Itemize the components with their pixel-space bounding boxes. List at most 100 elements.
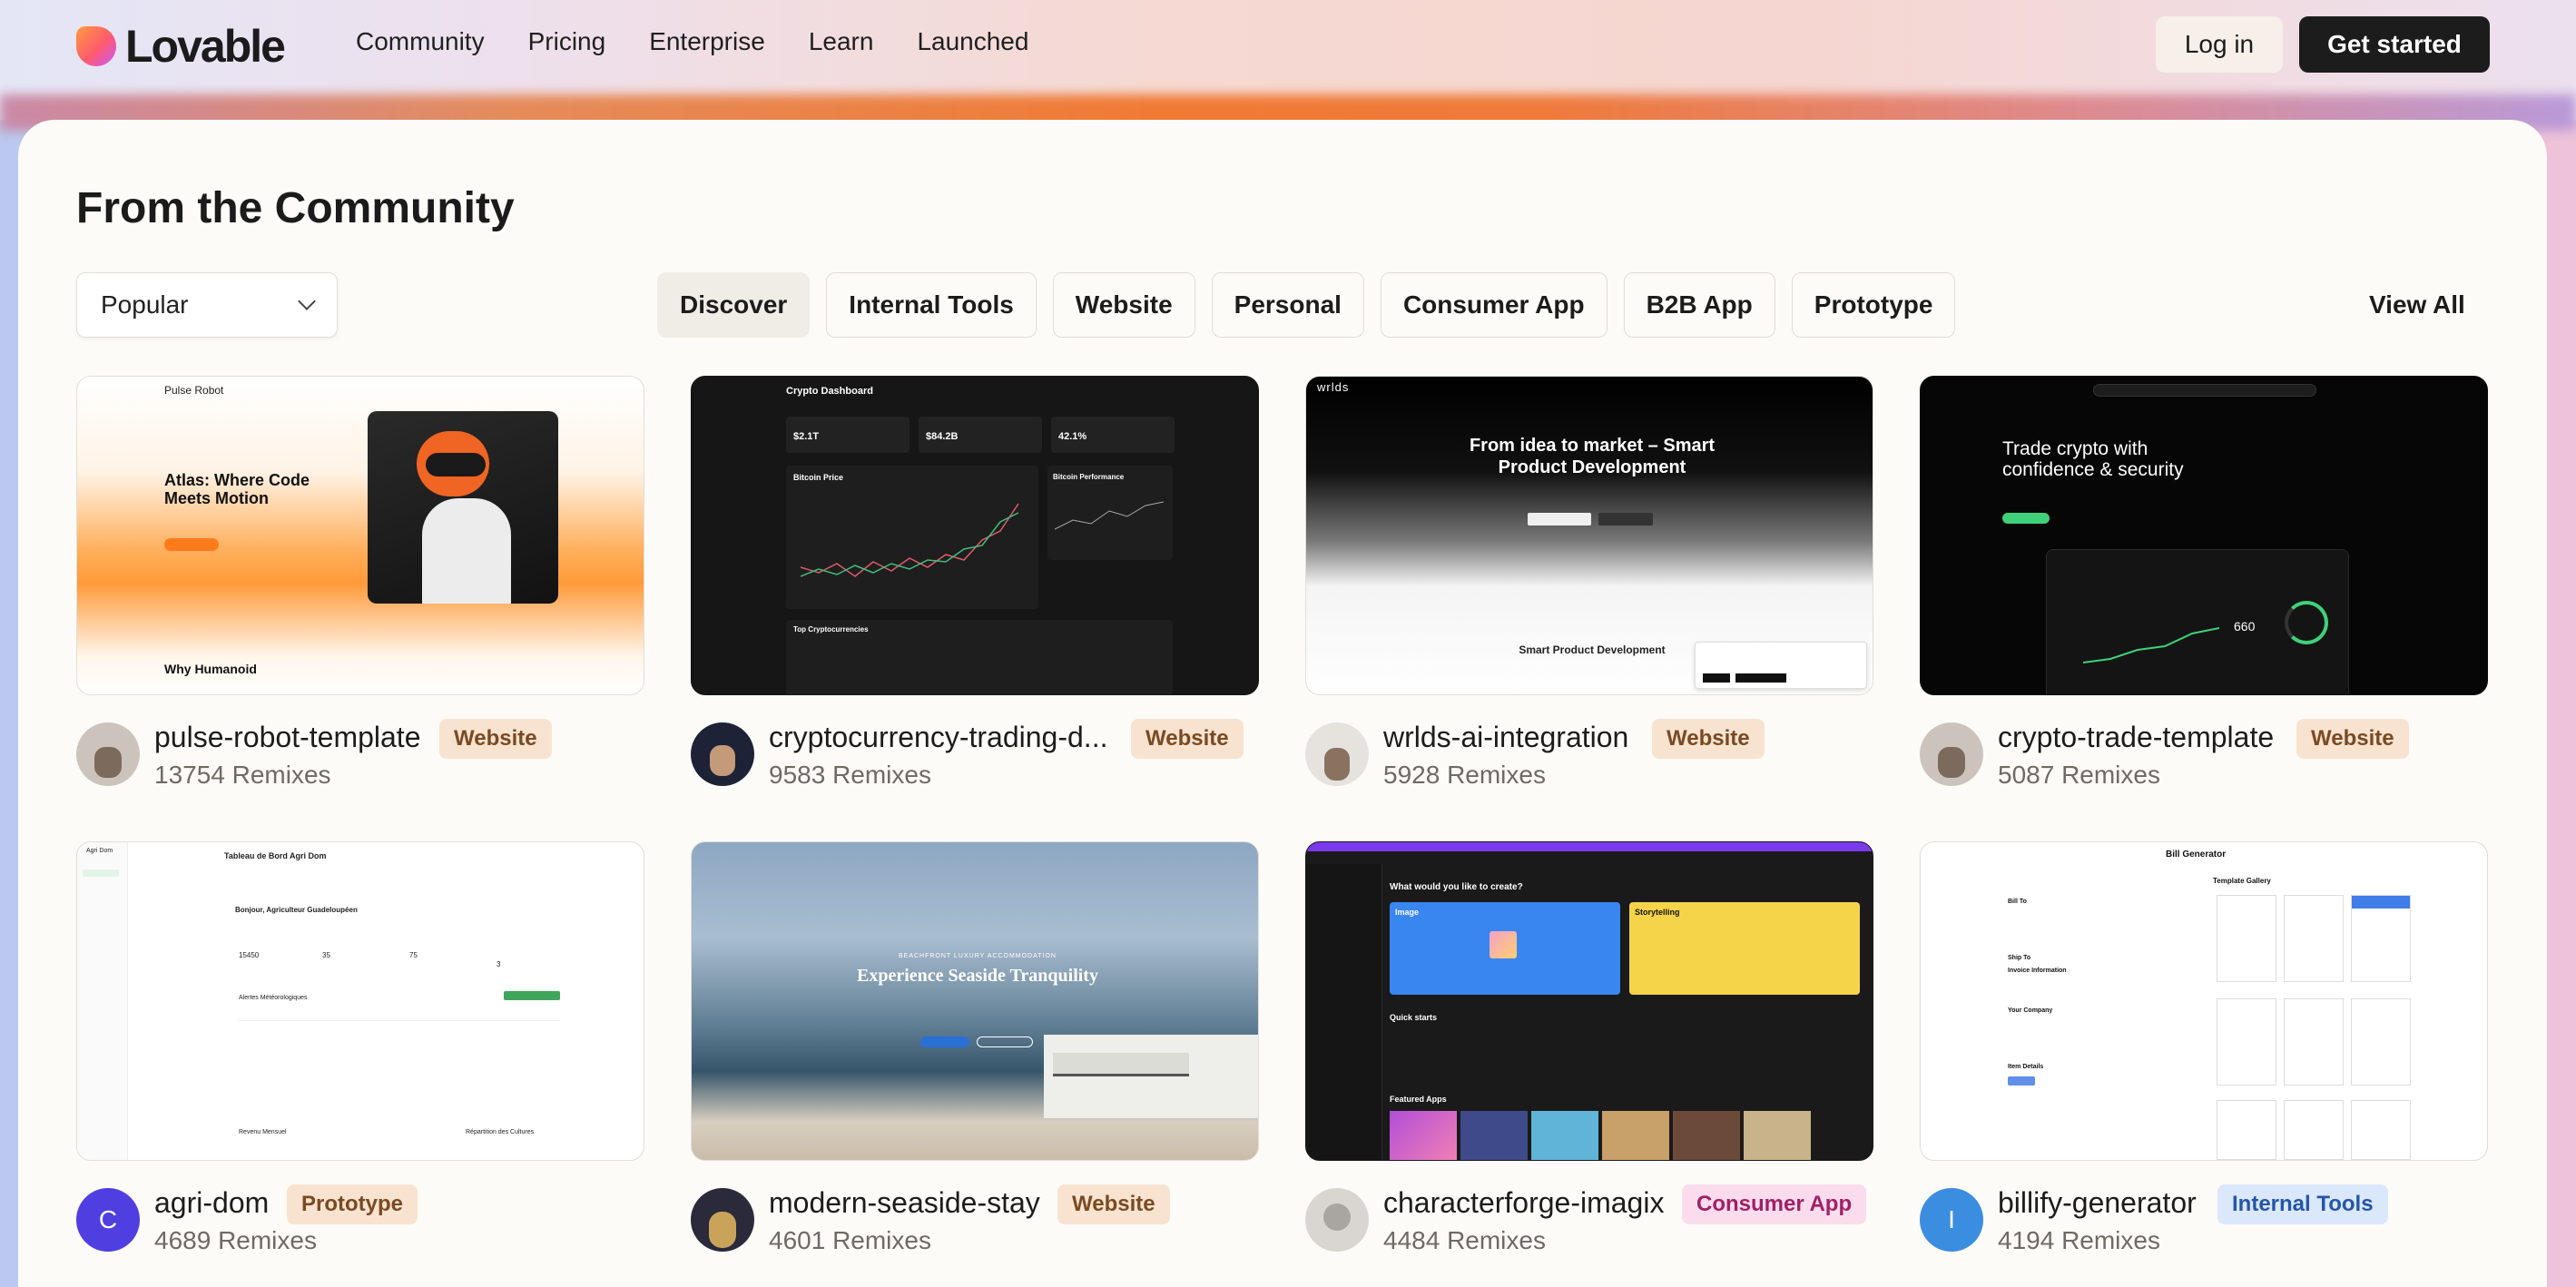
project-title[interactable]: modern-seaside-stay [769, 1186, 1040, 1220]
gallery-title: Template Gallery [2213, 877, 2271, 885]
project-thumbnail[interactable]: What would you like to create? Image Sto… [1305, 841, 1873, 1161]
thumb-footer: Why Humanoid [164, 662, 257, 676]
project-thumbnail[interactable]: Agri Dom Tableau de Bord Agri Dom Bonjou… [76, 841, 644, 1161]
thumb-headline: Experience Seaside Tranquility [857, 966, 1098, 986]
filter-website[interactable]: Website [1052, 272, 1195, 338]
nav-pricing[interactable]: Pricing [528, 27, 606, 56]
avatar[interactable] [1305, 722, 1369, 786]
project-title[interactable]: pulse-robot-template [154, 721, 420, 754]
project-title[interactable]: crypto-trade-template [1998, 721, 2274, 754]
login-button[interactable]: Log in [2156, 16, 2283, 73]
remix-count: 9583 Remixes [769, 761, 931, 789]
avatar-letter: I [1948, 1205, 1955, 1233]
filter-consumer-app[interactable]: Consumer App [1380, 272, 1608, 338]
view-all-link[interactable]: View All [2369, 290, 2465, 319]
project-title[interactable]: billify-generator [1998, 1186, 2197, 1220]
remix-count: 5928 Remixes [1383, 761, 1546, 789]
category-badge[interactable]: Internal Tools [2217, 1184, 2388, 1224]
candlestick-graphic [801, 503, 1019, 577]
project-thumbnail[interactable]: BEACHFRONT LUXURY ACCOMMODATION Experien… [691, 841, 1259, 1161]
project-card[interactable]: Pulse Robot Atlas: Where Code Meets Moti… [76, 376, 644, 793]
thumb-heading: Crypto Dashboard [786, 386, 873, 397]
section-label: Your Company [2008, 1007, 2053, 1014]
thumb-headline: Atlas: Where Code Meets Motion [164, 471, 310, 507]
project-card[interactable]: wrlds From idea to market – Smart Produc… [1305, 376, 1873, 793]
category-badge[interactable]: Consumer App [1682, 1184, 1867, 1224]
gauge-value: 660 [2234, 619, 2256, 634]
category-badge[interactable]: Website [2296, 719, 2409, 759]
stat-value: 35 [322, 951, 330, 959]
sort-dropdown[interactable]: Popular [76, 272, 338, 338]
project-card[interactable]: BEACHFRONT LUXURY ACCOMMODATION Experien… [691, 841, 1259, 1259]
brand-logo[interactable]: Lovable [76, 20, 286, 73]
remix-count: 4689 Remixes [154, 1226, 317, 1254]
avatar[interactable]: C [76, 1188, 140, 1252]
category-badge[interactable]: Website [1131, 719, 1244, 759]
stat-value: 75 [409, 951, 418, 959]
avatar[interactable] [691, 1188, 754, 1252]
avatar-letter: C [98, 1205, 118, 1233]
avatar[interactable] [1305, 1188, 1369, 1252]
thumb-question: What would you like to create? [1390, 882, 1523, 892]
remix-count: 13754 Remixes [154, 761, 331, 789]
featured-title: Featured Apps [1390, 1095, 1447, 1104]
category-badge[interactable]: Website [1652, 719, 1765, 759]
project-title[interactable]: cryptocurrency-trading-d... [769, 721, 1107, 754]
metric-value: $84.2B [926, 431, 959, 442]
project-card[interactable]: Trade crypto with confidence & security … [1920, 376, 2488, 793]
project-title[interactable]: wrlds-ai-integration [1383, 721, 1628, 754]
avatar[interactable] [76, 722, 140, 786]
filter-b2b-app[interactable]: B2B App [1623, 272, 1775, 338]
filter-internal-tools[interactable]: Internal Tools [826, 272, 1037, 338]
avatar[interactable] [1920, 722, 1983, 786]
section-label: Item Details [2008, 1064, 2044, 1070]
section-label: Ship To [2008, 955, 2031, 961]
project-thumbnail[interactable]: Pulse Robot Atlas: Where Code Meets Moti… [76, 376, 644, 695]
remix-count: 4484 Remixes [1383, 1226, 1546, 1254]
project-thumbnail[interactable]: Bill Generator Template Gallery Bill To … [1920, 841, 2488, 1161]
project-thumbnail[interactable]: Crypto Dashboard $2.1T $84.2B 42.1% Bitc… [691, 376, 1259, 695]
nav-learn[interactable]: Learn [809, 27, 874, 56]
nav-community[interactable]: Community [356, 27, 485, 56]
stat-value: 3 [497, 960, 501, 968]
project-title[interactable]: characterforge-imagix [1383, 1186, 1664, 1220]
metric-value: 42.1% [1058, 431, 1087, 442]
remix-count: 4194 Remixes [1998, 1226, 2160, 1254]
robot-image [368, 411, 558, 604]
filter-discover[interactable]: Discover [657, 272, 811, 338]
project-card[interactable]: Agri Dom Tableau de Bord Agri Dom Bonjou… [76, 841, 644, 1259]
project-card[interactable]: Crypto Dashboard $2.1T $84.2B 42.1% Bitc… [691, 376, 1259, 793]
quick-starts-title: Quick starts [1390, 1013, 1438, 1022]
heart-logo-icon [76, 26, 116, 66]
price-chart: Bitcoin Price [786, 466, 1038, 609]
panel-title: Bitcoin Performance [1053, 473, 1125, 481]
project-thumbnail[interactable]: wrlds From idea to market – Smart Produc… [1305, 376, 1873, 695]
project-card[interactable]: What would you like to create? Image Sto… [1305, 841, 1873, 1259]
metric-value: $2.1T [793, 431, 820, 442]
stat-value: 15450 [239, 951, 260, 959]
project-title[interactable]: agri-dom [154, 1186, 269, 1220]
nav-enterprise[interactable]: Enterprise [649, 27, 765, 56]
filter-prototype[interactable]: Prototype [1791, 272, 1956, 338]
villa-image [1044, 1035, 1258, 1118]
project-card[interactable]: Bill Generator Template Gallery Bill To … [1920, 841, 2488, 1259]
get-started-button[interactable]: Get started [2299, 16, 2490, 73]
category-badge[interactable]: Prototype [287, 1184, 418, 1224]
thumb-heading: Bill Generator [2166, 850, 2227, 860]
thumb-kicker: BEACHFRONT LUXURY ACCOMMODATION [898, 953, 1057, 959]
thumb-brand: wrlds [1317, 380, 1350, 394]
avatar[interactable]: I [1920, 1188, 1983, 1252]
revenue-title: Revenu Mensuel [239, 1129, 287, 1135]
section-label: Invoice Information [2008, 968, 2067, 974]
filter-personal[interactable]: Personal [1211, 272, 1364, 338]
project-thumbnail[interactable]: Trade crypto with confidence & security … [1920, 376, 2488, 695]
create-card-title: Image [1395, 908, 1420, 917]
thumb-heading: Tableau de Bord Agri Dom [224, 851, 327, 860]
category-badge[interactable]: Website [439, 719, 552, 759]
avatar[interactable] [691, 722, 754, 786]
category-badge[interactable]: Website [1057, 1184, 1170, 1224]
thumb-headline: From idea to market – Smart Product Deve… [1469, 436, 1716, 477]
nav-launched[interactable]: Launched [917, 27, 1028, 56]
dashboard-mockup: 660 [2046, 549, 2349, 694]
crops-title: Répartition des Cultures [466, 1129, 535, 1135]
